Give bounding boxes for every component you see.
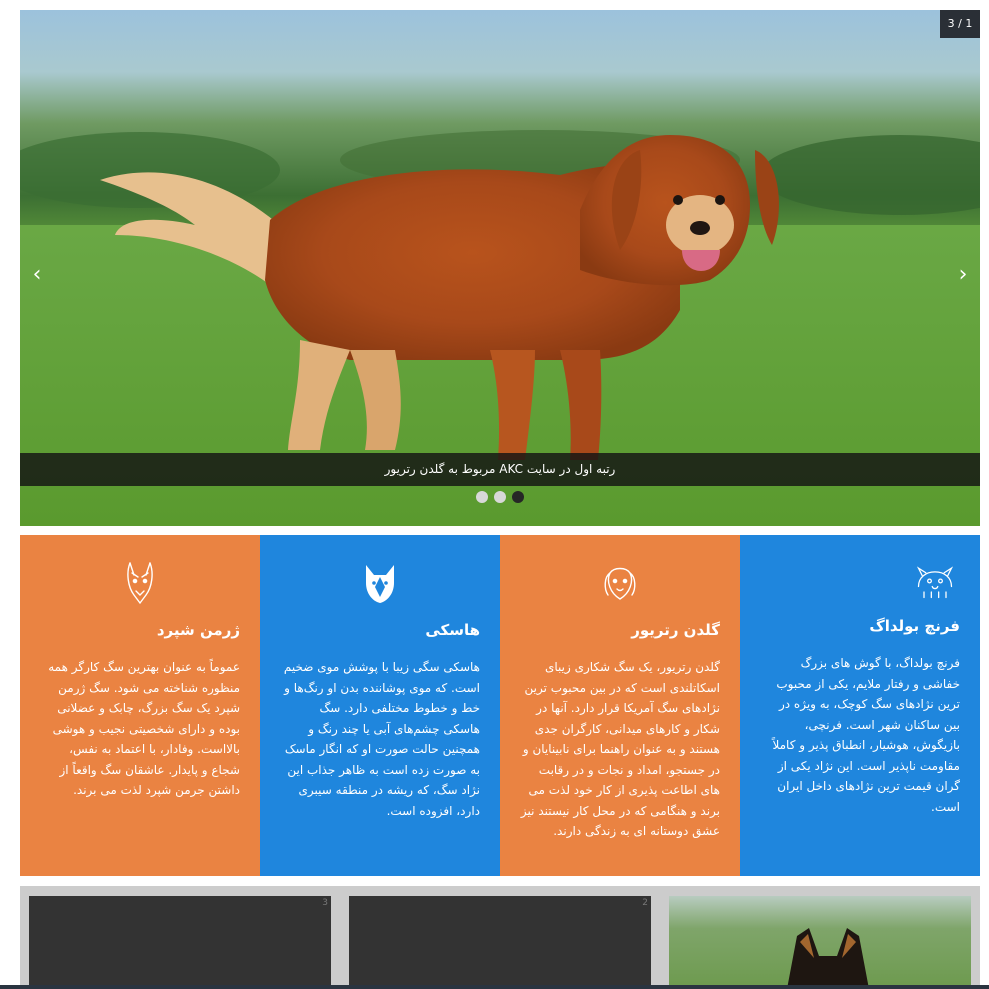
breed-description: گلدن رتریور، یک سگ شکاری زیبای اسکاتلندی…: [520, 660, 720, 838]
golden-retriever-icon: [604, 567, 636, 600]
slide-caption: رتبه اول در سایت AKC مربوط به گلدن رتریو…: [20, 453, 980, 486]
husky-icon: [366, 565, 394, 603]
breed-card-husky[interactable]: هاسکی هاسکی سگی زیبا با پوشش موی ضخیم اس…: [260, 535, 500, 876]
chevron-left-icon[interactable]: ‹: [26, 262, 48, 288]
gallery-thumb-3[interactable]: 3: [29, 896, 331, 989]
german-shepherd-photo: [669, 896, 971, 989]
breed-cards: فرنچ بولداگ فرنچ بولداگ، با گوش های بزرگ…: [20, 535, 980, 876]
breed-description: هاسکی سگی زیبا با پوشش موی ضخیم است. که …: [283, 660, 480, 818]
breed-description: عموماً به عنوان بهترین سگ کارگر همه منظو…: [48, 660, 240, 797]
chevron-right-icon[interactable]: ›: [952, 262, 974, 288]
gallery-strip: 3 2: [20, 886, 980, 989]
breed-card-french-bulldog[interactable]: فرنچ بولداگ فرنچ بولداگ، با گوش های بزرگ…: [740, 535, 980, 876]
german-shepherd-icon: [127, 562, 153, 605]
slider-dot-1[interactable]: [476, 491, 488, 503]
page-footer-edge: [0, 985, 989, 989]
thumb-number: 2: [642, 898, 648, 908]
breed-title: هاسکی: [425, 621, 480, 639]
slider-dot-2[interactable]: [494, 491, 506, 503]
breed-title: فرنچ بولداگ: [869, 617, 960, 635]
hero-slider: 3 / 1 ‹ › رتبه اول در سایت AKC مربوط به …: [20, 10, 980, 526]
breed-title: گلدن رتریور: [631, 621, 720, 639]
gallery-thumb-2[interactable]: 2: [349, 896, 651, 989]
breed-card-golden-retriever[interactable]: گلدن رتریور گلدن رتریور، یک سگ شکاری زیب…: [500, 535, 740, 876]
slider-dot-3[interactable]: [512, 491, 524, 503]
breed-description: فرنچ بولداگ، با گوش های بزرگ خفاشی و رفت…: [772, 656, 960, 814]
slider-dots: [20, 491, 980, 503]
breed-title: ژرمن شپرد: [156, 621, 240, 639]
breed-card-german-shepherd[interactable]: ژرمن شپرد عموماً به عنوان بهترین سگ کارگ…: [20, 535, 260, 876]
thumb-number: 3: [322, 898, 328, 908]
slide-counter: 3 / 1: [940, 10, 980, 38]
golden-retriever-photo: [20, 10, 980, 526]
gallery-thumb-1[interactable]: [669, 896, 971, 989]
bulldog-icon: [916, 566, 954, 599]
